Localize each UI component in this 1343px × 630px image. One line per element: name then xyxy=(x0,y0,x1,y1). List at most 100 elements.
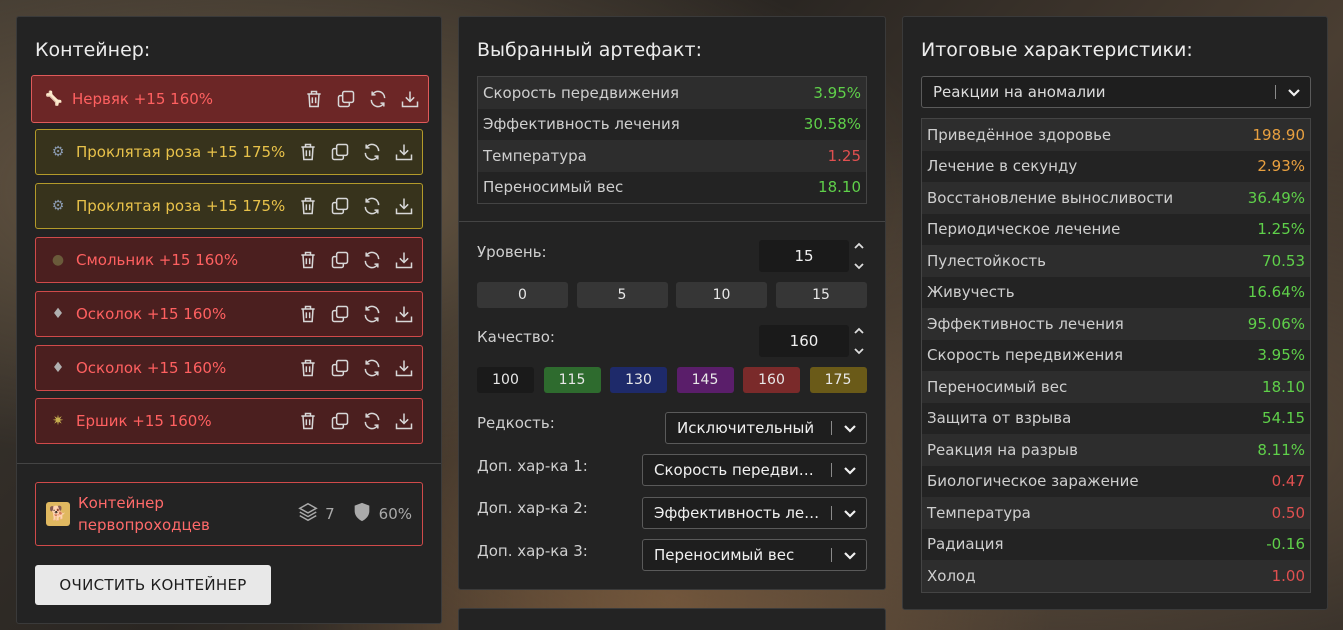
quality-preset-chip[interactable]: 130 xyxy=(610,367,667,393)
extra2-label: Доп. хар-ка 2: xyxy=(477,499,588,517)
copy-icon[interactable] xyxy=(330,142,350,162)
artifact-item[interactable]: ⚙ Проклятая роза +15 175% xyxy=(35,183,423,229)
level-spinner[interactable] xyxy=(853,242,865,270)
rose-icon: ⚙ xyxy=(51,144,65,160)
separator xyxy=(831,548,832,562)
refresh-icon[interactable] xyxy=(362,304,382,324)
trash-icon[interactable] xyxy=(298,142,318,162)
download-icon[interactable] xyxy=(394,142,414,162)
quality-preset-chip[interactable]: 100 xyxy=(477,367,534,393)
stat-label: Температура xyxy=(927,503,1031,522)
artifact-item[interactable]: ✷ Ершик +15 160% xyxy=(35,398,423,444)
chevron-down-icon xyxy=(1286,84,1302,100)
download-icon[interactable] xyxy=(394,358,414,378)
quality-preset-chip[interactable]: 175 xyxy=(809,367,867,393)
stat-label: Пулестойкость xyxy=(927,251,1046,270)
extra3-select[interactable]: Переносимый вес xyxy=(642,539,867,571)
copy-icon[interactable] xyxy=(330,411,350,431)
trash-icon[interactable] xyxy=(298,196,318,216)
layers-icon xyxy=(297,501,319,527)
trash-icon[interactable] xyxy=(298,358,318,378)
container-slots: 7 xyxy=(325,505,335,523)
total-stats-title: Итоговые характеристики: xyxy=(921,39,1193,61)
download-icon[interactable] xyxy=(394,304,414,324)
trash-icon[interactable] xyxy=(298,304,318,324)
stat-label: Реакция на разрыв xyxy=(927,440,1078,459)
stat-row: Температура 0.50 xyxy=(922,497,1310,529)
quality-preset-chip[interactable]: 145 xyxy=(676,367,734,393)
stat-row: Переносимый вес 18.10 xyxy=(922,371,1310,403)
stat-row: Скорость передвижения 3.95% xyxy=(922,339,1310,371)
level-input[interactable]: 15 xyxy=(759,240,849,272)
artifact-item[interactable]: ♦ Осколок +15 160% xyxy=(35,291,423,337)
quality-preset-chip[interactable]: 160 xyxy=(743,367,800,393)
chevron-down-icon xyxy=(854,263,864,270)
artifact-item[interactable]: ● Смольник +15 160% xyxy=(35,237,423,283)
chevron-down-icon xyxy=(854,348,864,355)
refresh-icon[interactable] xyxy=(368,89,388,109)
artifact-name: Проклятая роза +15 175% xyxy=(76,197,286,215)
quality-input[interactable]: 160 xyxy=(759,325,849,357)
artifact-item[interactable]: ⚙ Проклятая роза +15 175% xyxy=(35,129,423,175)
refresh-icon[interactable] xyxy=(362,358,382,378)
stat-row: Холод 1.00 xyxy=(922,560,1310,592)
artifact-name: Проклятая роза +15 175% xyxy=(76,143,286,161)
artifact-item[interactable]: ♦ Осколок +15 160% xyxy=(35,345,423,391)
refresh-icon[interactable] xyxy=(362,196,382,216)
level-label: Уровень: xyxy=(477,243,547,261)
refresh-icon[interactable] xyxy=(362,411,382,431)
artifact-item[interactable]: 🦴 Нервяк +15 160% xyxy=(31,75,429,123)
quality-spinner[interactable] xyxy=(853,327,865,355)
download-icon[interactable] xyxy=(400,89,420,109)
download-icon[interactable] xyxy=(394,250,414,270)
lower-panel xyxy=(458,608,886,630)
trash-icon[interactable] xyxy=(304,89,324,109)
stat-value: 70.53 xyxy=(1262,251,1305,270)
quality-preset-chip[interactable]: 115 xyxy=(543,367,601,393)
container-name-line2: первопроходцев xyxy=(78,516,210,534)
stat-label: Защита от взрыва xyxy=(927,409,1072,428)
stat-label: Лечение в секунду xyxy=(927,157,1078,176)
download-icon[interactable] xyxy=(394,411,414,431)
stats-filter-value: Реакции на аномалии xyxy=(933,83,1106,101)
stat-value: 3.95% xyxy=(1257,346,1305,365)
container-name: Контейнер первопроходцев xyxy=(78,492,248,536)
container-panel: Контейнер: 🦴 Нервяк +15 160% ⚙ Проклятая… xyxy=(16,16,442,624)
artifact-actions xyxy=(298,196,414,216)
copy-icon[interactable] xyxy=(330,196,350,216)
resin-icon: ● xyxy=(51,252,65,268)
trash-icon[interactable] xyxy=(298,250,318,270)
stat-row: Скорость передвижения 3.95% xyxy=(478,77,866,109)
copy-icon[interactable] xyxy=(336,89,356,109)
artifact-name: Нервяк +15 160% xyxy=(72,90,214,108)
stat-row: Лечение в секунду 2.93% xyxy=(922,150,1310,182)
extra2-select[interactable]: Эффективность лечения xyxy=(642,497,867,529)
stat-row: Эффективность лечения 30.58% xyxy=(478,108,866,140)
artifact-actions xyxy=(304,89,420,109)
container-card[interactable]: 🐕 Контейнер первопроходцев 7 60% xyxy=(35,482,423,546)
trash-icon[interactable] xyxy=(298,411,318,431)
copy-icon[interactable] xyxy=(330,358,350,378)
level-preset-chip[interactable]: 15 xyxy=(775,282,867,308)
extra1-select[interactable]: Скорость передвижения xyxy=(642,454,867,486)
refresh-icon[interactable] xyxy=(362,250,382,270)
stat-value: 8.11% xyxy=(1257,440,1305,459)
download-icon[interactable] xyxy=(394,196,414,216)
quality-label: Качество: xyxy=(477,328,555,346)
rarity-select[interactable]: Исключительный xyxy=(665,412,867,444)
level-preset-chip[interactable]: 0 xyxy=(477,282,568,308)
refresh-icon[interactable] xyxy=(362,142,382,162)
level-preset-chip[interactable]: 10 xyxy=(676,282,767,308)
level-preset-chip[interactable]: 5 xyxy=(576,282,668,308)
stat-label: Температура xyxy=(483,146,587,165)
total-stats-panel: Итоговые характеристики: Реакции на аном… xyxy=(902,16,1328,610)
copy-icon[interactable] xyxy=(330,250,350,270)
clear-container-button[interactable]: ОЧИСТИТЬ КОНТЕЙНЕР xyxy=(35,565,271,605)
copy-icon[interactable] xyxy=(330,304,350,324)
stat-label: Эффективность лечения xyxy=(483,115,680,134)
separator xyxy=(1275,85,1276,99)
container-title: Контейнер: xyxy=(35,39,151,61)
chevron-down-icon xyxy=(842,462,858,478)
shield-icon xyxy=(351,501,373,527)
stats-filter-select[interactable]: Реакции на аномалии xyxy=(921,76,1311,108)
